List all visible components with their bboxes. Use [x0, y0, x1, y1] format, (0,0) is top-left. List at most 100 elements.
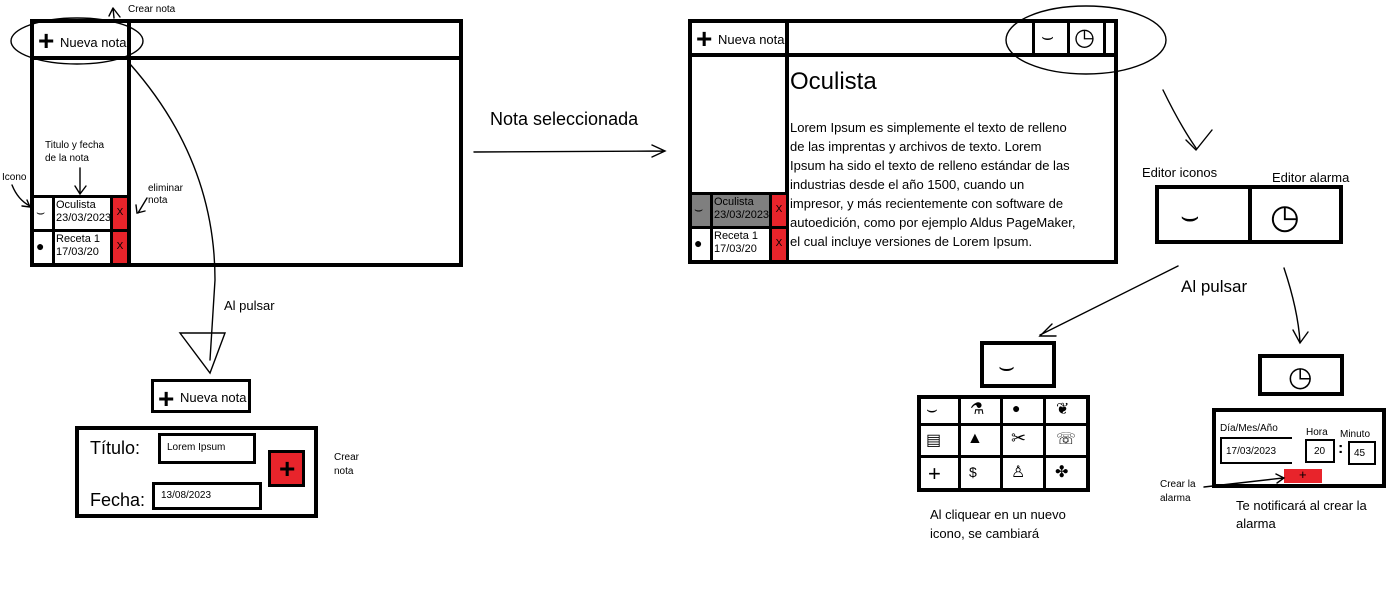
plus-icon: +	[279, 453, 296, 484]
create-alarm-button-label: +	[1299, 467, 1307, 482]
annotation-nota: nota	[148, 195, 168, 206]
annotation-crear: Crear	[334, 452, 360, 463]
note-date: 17/03/20	[56, 246, 99, 258]
icon-grid-row-line	[917, 423, 1090, 426]
alarm-editor-button[interactable]: ◷	[1070, 20, 1106, 56]
create-note-button[interactable]: +	[268, 450, 305, 487]
clock-icon: ◷	[1288, 361, 1313, 392]
leaf-icon[interactable]: ❦	[1056, 399, 1069, 419]
new-note-label: Nueva nota	[60, 35, 127, 50]
annotation-editor-alarma: Editor alarma	[1272, 170, 1350, 185]
note-title: Oculista	[56, 199, 96, 211]
chicken-leg-icon: ●	[36, 238, 45, 254]
cross-icon[interactable]: +	[928, 461, 941, 487]
date-label: Fecha:	[90, 490, 146, 510]
body-line: industrias desde el año 1500, cuando un	[790, 177, 1025, 192]
annotation-alarma: alarma	[1160, 493, 1191, 504]
left-new-note-button[interactable]: + Nueva nota	[34, 23, 127, 56]
body-line: Lorem Ipsum es simplemente el texto de r…	[790, 120, 1067, 135]
annotation-nota-seleccionada: Nota seleccionada	[490, 109, 639, 129]
hat-icon[interactable]: ▲	[967, 430, 983, 448]
plus-icon: +	[38, 25, 55, 56]
glasses-icon: ⌣	[1041, 26, 1055, 48]
annotation-te-notificara-2: alarma	[1236, 516, 1276, 531]
annotation-eliminar: eliminar	[148, 183, 184, 194]
selected-note-title: Oculista	[790, 68, 877, 95]
note-date: 23/03/2023	[56, 212, 112, 224]
annotation-crear-la: Crear la	[1160, 479, 1196, 490]
alarm-icon-preview: ◷	[1258, 354, 1344, 396]
puzzle-icon[interactable]: ✤	[1055, 462, 1068, 482]
book-icon[interactable]: ▤	[926, 430, 941, 450]
delete-note-button[interactable]: X	[113, 198, 127, 229]
alarm-separator: :	[1338, 440, 1344, 457]
icon-grid-row-line	[917, 455, 1090, 458]
body-line: el cual incluye versiones de Lorem Ipsum…	[790, 234, 1033, 249]
current-icon-preview: ⌣	[980, 341, 1056, 388]
delete-note-button[interactable]: X	[772, 229, 786, 260]
right-list-icon-divider	[710, 192, 713, 262]
editor-toolbar-divider	[1248, 185, 1252, 244]
annotation-editor-iconos: Editor iconos	[1142, 165, 1218, 180]
icon-grid-col-line	[958, 395, 961, 492]
annotation-crear-nota: Crear nota	[128, 4, 176, 15]
date-input[interactable]: 13/08/2023	[152, 482, 262, 510]
arrow	[1162, 89, 1213, 152]
glasses-icon[interactable]: ⌣	[926, 399, 938, 420]
note-title: Oculista	[714, 196, 754, 208]
list-item[interactable]: ● Receta 1 17/03/20	[692, 229, 770, 260]
new-note-label: Nueva nota	[180, 390, 247, 405]
plus-icon: +	[696, 23, 713, 54]
alarm-date-input[interactable]: 17/03/2023	[1220, 437, 1292, 464]
right-list-x-divider	[769, 192, 772, 262]
annotation-al-pulsar-left: Al pulsar	[224, 298, 275, 313]
annotation-titulo-fecha: Titulo y fecha	[45, 140, 105, 151]
arrow	[11, 184, 32, 208]
chicken-leg-icon: ●	[694, 235, 703, 251]
flask-icon[interactable]: ⚗	[970, 399, 984, 419]
body-line: impresor, y más recientemente con softwa…	[790, 196, 1064, 211]
glasses-icon: ⌣	[36, 204, 46, 220]
title-input[interactable]: Lorem Ipsum	[158, 433, 256, 464]
alarm-minute-label: Minuto	[1340, 429, 1371, 440]
body-line: de las imprentas y archivos de texto. Lo…	[790, 139, 1042, 154]
left-toolbar-divider	[30, 56, 463, 60]
note-date: 17/03/20	[714, 243, 757, 255]
alarm-date-value: 17/03/2023	[1226, 446, 1277, 457]
alarm-hour-input[interactable]: 20	[1305, 439, 1335, 463]
annotation-icono: Icono	[2, 172, 27, 183]
alarm-hour-label: Hora	[1306, 427, 1328, 438]
plus-icon: +	[158, 383, 175, 414]
alarm-minute-input[interactable]: 45	[1348, 441, 1376, 465]
money-icon[interactable]: $	[969, 464, 977, 480]
annotation-de-la-nota: de la nota	[45, 153, 89, 164]
list-item[interactable]: ● Receta 1 17/03/20	[34, 232, 110, 263]
note-title: Receta 1	[56, 233, 101, 245]
title-label: Título:	[90, 438, 141, 458]
delete-note-button[interactable]: X	[772, 195, 786, 226]
note-date: 23/03/2023	[714, 209, 770, 221]
arrow	[108, 7, 121, 19]
arrow	[1038, 265, 1179, 337]
list-item[interactable]: ⌣ Oculista 23/03/2023	[34, 198, 112, 229]
scissors-icon[interactable]: ✂	[1011, 428, 1026, 449]
arrow	[473, 144, 667, 158]
delete-note-button[interactable]: X	[113, 232, 127, 263]
phone-icon[interactable]: ☏	[1056, 429, 1076, 449]
annotation-al-cliquear-1: Al cliquear en un nuevo	[930, 507, 1066, 522]
list-item-selected[interactable]: ⌣ Oculista 23/03/2023	[692, 195, 770, 226]
chicken-leg-icon[interactable]: ●	[1012, 400, 1020, 416]
alarm-hour-value: 20	[1314, 446, 1326, 457]
clock-icon: ◷	[1074, 24, 1095, 51]
selected-note-body: Lorem Ipsum es simplemente el texto de r…	[790, 118, 1075, 251]
create-alarm-button[interactable]: +	[1284, 467, 1322, 483]
alarm-minute-value: 45	[1354, 448, 1366, 459]
icon-grid-col-line	[1000, 395, 1003, 492]
annotation-al-pulsar-right: Al pulsar	[1181, 277, 1248, 296]
right-new-note-button[interactable]: + Nueva nota	[692, 23, 785, 53]
glasses-icon: ⌣	[694, 201, 704, 217]
shirt-icon[interactable]: ♙	[1011, 462, 1025, 482]
note-title: Receta 1	[714, 230, 759, 242]
icon-editor-button[interactable]: ⌣	[1032, 20, 1070, 56]
new-note-button[interactable]: + Nueva nota	[151, 379, 251, 413]
